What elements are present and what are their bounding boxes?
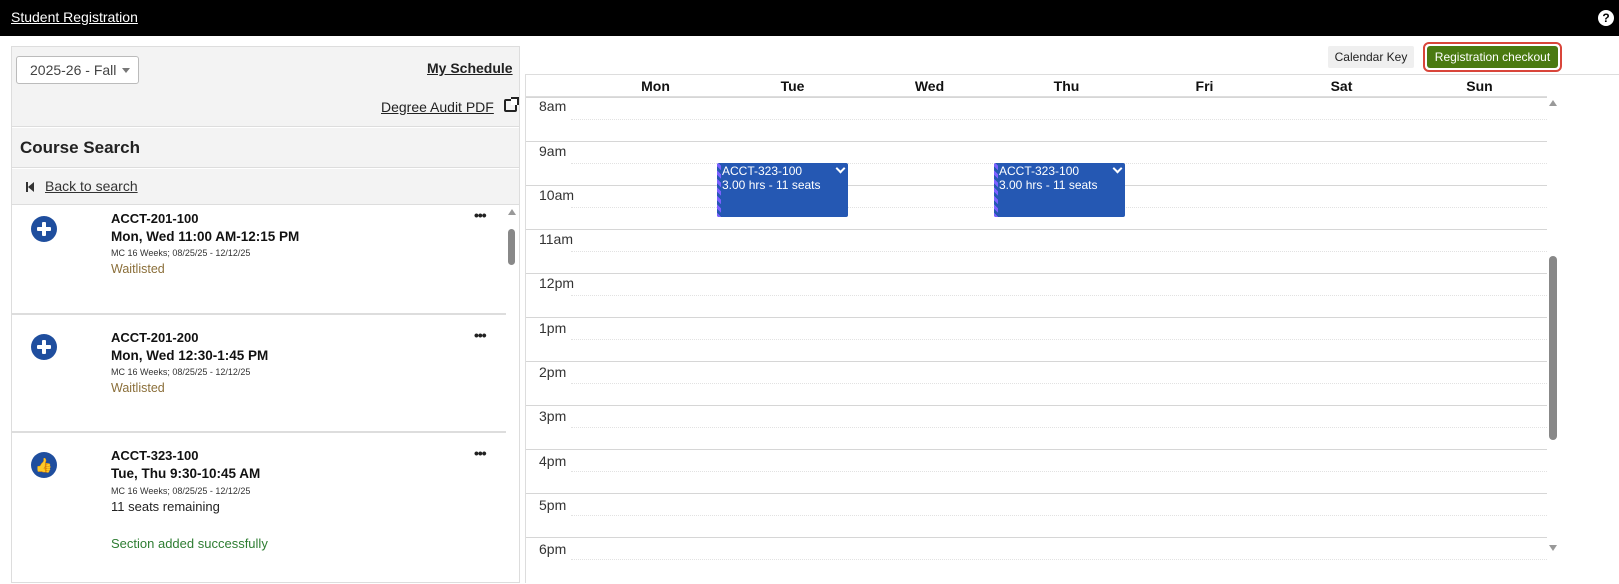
half-hour-line	[571, 559, 1547, 560]
calendar-scrollbar-thumb[interactable]	[1549, 256, 1557, 440]
course-search-title: Course Search	[20, 138, 140, 157]
calendar-event[interactable]: ACCT-323-100 3.00 hrs - 11 seats	[717, 163, 848, 217]
half-hour-line	[571, 383, 1547, 384]
half-hour-line	[571, 515, 1547, 516]
half-hour-line	[571, 251, 1547, 252]
seats-remaining: 11 seats remaining	[111, 499, 220, 514]
day-header-sat: Sat	[1330, 78, 1353, 94]
back-to-search-link[interactable]: Back to search	[45, 178, 138, 194]
back-row: Back to search	[12, 169, 519, 205]
scroll-up-arrow-icon[interactable]	[508, 209, 516, 215]
chevron-down-icon[interactable]	[835, 163, 846, 174]
hour-line	[526, 229, 1547, 230]
left-panel: 2025-26 - Fall My Schedule Degree Audit …	[11, 46, 520, 583]
scroll-down-arrow-icon[interactable]	[1549, 545, 1557, 551]
course-meta: MC 16 Weeks; 08/25/25 - 12/12/25	[111, 248, 251, 258]
help-icon[interactable]: ?	[1598, 10, 1614, 26]
calendar: Mon Tue Wed Thu Fri Sat Sun 8am 9am 10am…	[525, 74, 1619, 583]
calendar-key-button[interactable]: Calendar Key	[1328, 46, 1414, 68]
day-header-fri: Fri	[1195, 78, 1214, 94]
event-code: ACCT-323-100	[722, 164, 803, 178]
my-schedule-link[interactable]: My Schedule	[427, 60, 513, 76]
results-scrollbar-thumb[interactable]	[508, 229, 515, 265]
course-code: ACCT-201-200	[111, 330, 199, 345]
waitlist-stripe	[994, 163, 998, 217]
half-hour-line	[571, 339, 1547, 340]
add-section-button[interactable]	[31, 334, 57, 360]
list-item: ACCT-201-100 Mon, Wed 11:00 AM-12:15 PM …	[12, 205, 506, 315]
hour-line	[526, 141, 1547, 142]
day-header-thu: Thu	[1053, 78, 1080, 94]
section-added-message: Section added successfully	[111, 536, 268, 551]
status-waitlisted: Waitlisted	[111, 381, 165, 395]
caret-down-icon	[122, 68, 130, 73]
hour-label: 9am	[539, 143, 567, 159]
hour-line	[526, 317, 1547, 318]
half-hour-line	[571, 119, 1547, 120]
hour-label: 4pm	[539, 453, 567, 469]
day-header-sun: Sun	[1466, 78, 1493, 94]
hour-line	[526, 405, 1547, 406]
term-select-value: 2025-26 - Fall	[30, 62, 117, 78]
hour-label: 11am	[539, 231, 573, 247]
external-link-icon[interactable]	[504, 97, 519, 112]
half-hour-line	[571, 295, 1547, 296]
thumbs-up-icon: 👍	[35, 457, 53, 473]
course-time: Mon, Wed 12:30-1:45 PM	[111, 348, 269, 363]
top-bar: Student Registration ?	[0, 0, 1619, 36]
chevron-down-icon[interactable]	[1112, 163, 1123, 174]
day-header-wed: Wed	[914, 78, 945, 94]
hour-line	[526, 537, 1547, 538]
half-hour-line	[571, 471, 1547, 472]
list-item: ACCT-201-200 Mon, Wed 12:30-1:45 PM MC 1…	[12, 315, 506, 433]
more-options-icon[interactable]: •••	[474, 445, 487, 461]
course-code: ACCT-201-100	[111, 211, 199, 226]
plus-icon-vertical	[42, 340, 46, 354]
app-title-link[interactable]: Student Registration	[11, 9, 138, 25]
event-detail: 3.00 hrs - 11 seats	[999, 178, 1098, 192]
course-meta: MC 16 Weeks; 08/25/25 - 12/12/25	[111, 486, 251, 496]
course-search-header: Course Search	[12, 128, 519, 168]
scroll-up-arrow-icon[interactable]	[1549, 100, 1557, 106]
hour-label: 1pm	[539, 320, 567, 336]
hour-line	[526, 361, 1547, 362]
half-hour-line	[571, 427, 1547, 428]
event-detail: 3.00 hrs - 11 seats	[722, 178, 821, 192]
hour-label: 8am	[539, 98, 567, 114]
term-select[interactable]: 2025-26 - Fall	[16, 56, 139, 84]
registration-checkout-button[interactable]: Registration checkout	[1427, 46, 1558, 68]
waitlist-stripe	[717, 163, 721, 217]
hour-line	[526, 273, 1547, 274]
hour-label: 12pm	[539, 275, 575, 291]
plus-icon-vertical	[42, 222, 46, 236]
hour-line	[526, 97, 1547, 98]
course-meta: MC 16 Weeks; 08/25/25 - 12/12/25	[111, 367, 251, 377]
hour-label: 10am	[539, 187, 575, 203]
hour-line	[526, 449, 1547, 450]
calendar-grid: 8am 9am 10am 11am 12pm 1pm 2pm 3pm 4pm 5…	[526, 97, 1547, 584]
search-results-list: ACCT-201-100 Mon, Wed 11:00 AM-12:15 PM …	[12, 205, 519, 583]
hour-label: 5pm	[539, 497, 567, 513]
day-header-tue: Tue	[780, 78, 805, 94]
calendar-event[interactable]: ACCT-323-100 3.00 hrs - 11 seats	[994, 163, 1125, 217]
hour-label: 6pm	[539, 541, 567, 557]
more-options-icon[interactable]: •••	[474, 207, 487, 223]
hour-label: 2pm	[539, 364, 567, 380]
event-code: ACCT-323-100	[999, 164, 1080, 178]
degree-audit-link[interactable]: Degree Audit PDF	[381, 99, 494, 115]
course-time: Mon, Wed 11:00 AM-12:15 PM	[111, 229, 300, 244]
course-time: Tue, Thu 9:30-10:45 AM	[111, 466, 261, 481]
add-section-button[interactable]	[31, 216, 57, 242]
status-waitlisted: Waitlisted	[111, 262, 165, 276]
thumbs-up-button[interactable]: 👍	[31, 452, 57, 478]
more-options-icon[interactable]: •••	[474, 327, 487, 343]
list-item: 👍 ACCT-323-100 Tue, Thu 9:30-10:45 AM MC…	[12, 433, 506, 583]
hour-label: 3pm	[539, 408, 567, 424]
left-panel-header: 2025-26 - Fall My Schedule Degree Audit …	[12, 47, 519, 127]
back-to-start-icon[interactable]	[26, 182, 34, 192]
hour-line	[526, 493, 1547, 494]
course-code: ACCT-323-100	[111, 448, 199, 463]
day-header-mon: Mon	[641, 78, 670, 94]
